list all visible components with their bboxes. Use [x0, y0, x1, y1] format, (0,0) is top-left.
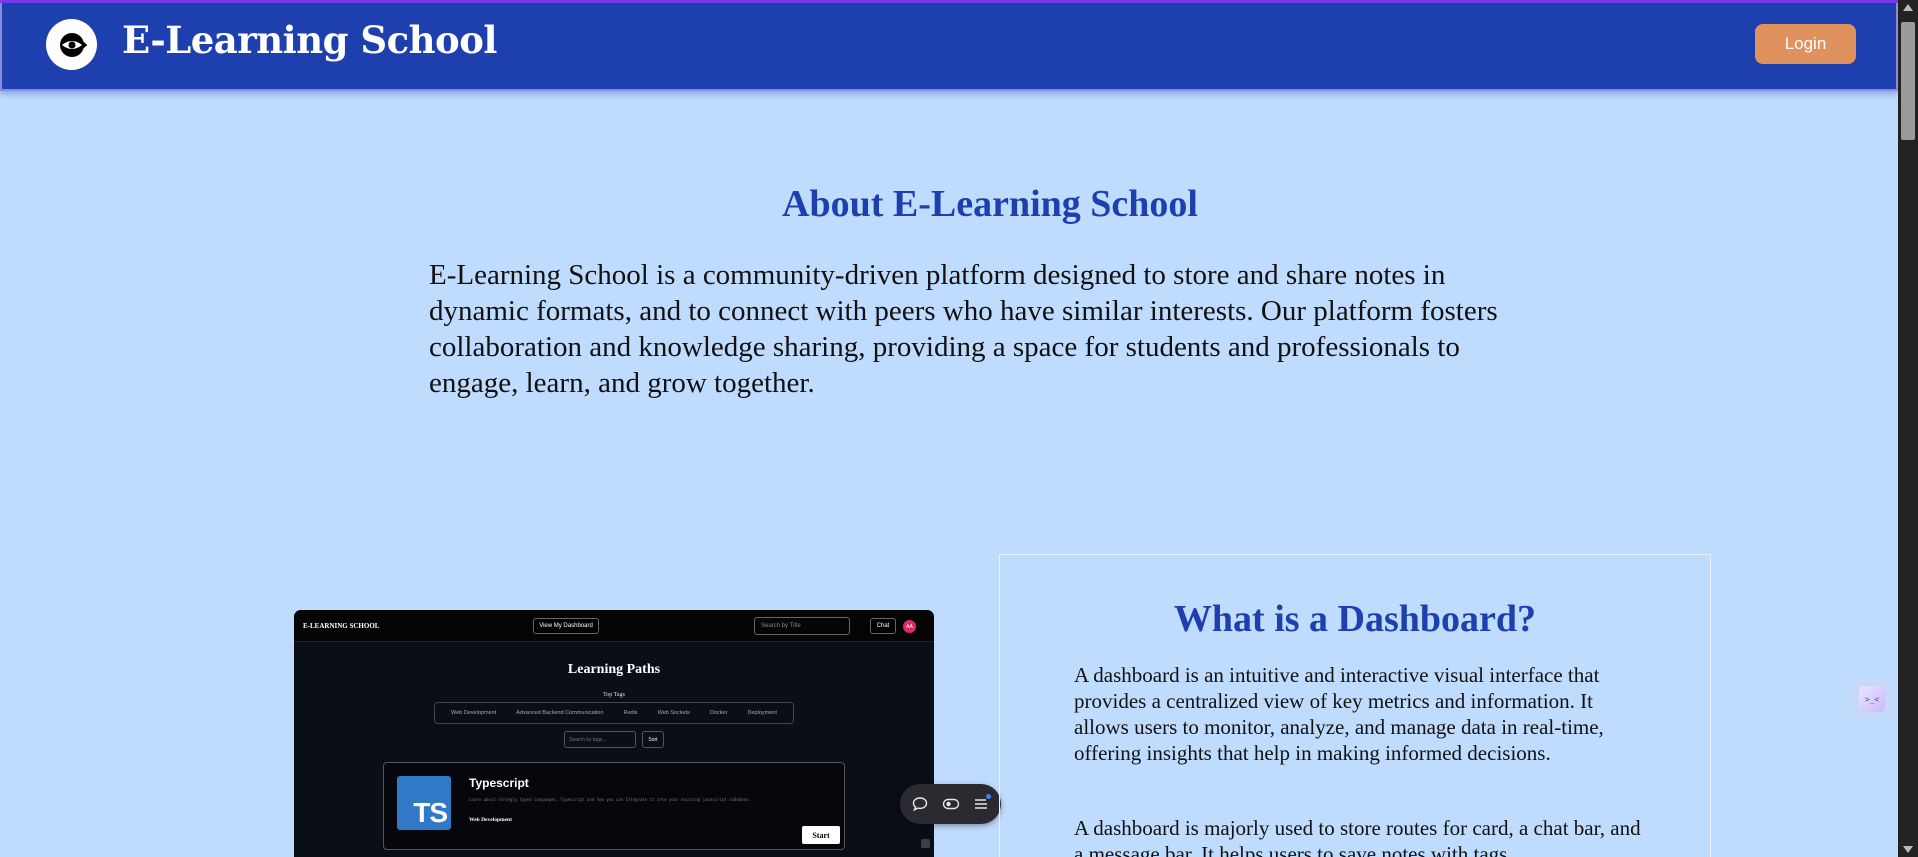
toggle-icon[interactable] [940, 793, 962, 815]
preview-title: Learning Paths [567, 662, 661, 677]
preview-chat-button: Chat [870, 618, 896, 634]
floating-toolbar [900, 784, 1001, 824]
preview-tag-search-input: Search by tags... [564, 731, 636, 748]
scroll-down-arrow-icon[interactable] [1903, 846, 1913, 853]
dashboard-title: What is a Dashboard? [1173, 598, 1537, 640]
preview-tag-bar: Web Development Advanced Backend Communi… [434, 702, 794, 724]
preview-tag: Web Development [451, 710, 497, 716]
side-helper-widget[interactable]: >_< [1852, 680, 1892, 718]
login-button[interactable]: Login [1755, 24, 1856, 64]
typescript-logo-text: TS [413, 797, 448, 828]
preview-tag: Docker [710, 710, 728, 716]
preview-tag: Web Sockets [657, 710, 690, 716]
preview-card-title: Typescript [469, 776, 529, 790]
preview-avatar: AA [903, 620, 916, 633]
navbar: E-Learning School Login [0, 3, 1898, 91]
scroll-thumb[interactable] [1901, 22, 1915, 140]
preview-mini-square-icon [921, 839, 930, 848]
preview-navbar: E-LEARNING SCHOOL View My Dashboard Sear… [294, 610, 934, 642]
preview-card-tag: Web Development [469, 817, 512, 823]
preview-search-input: Search by Title [754, 617, 850, 635]
dashboard-preview-image: E-LEARNING SCHOOL View My Dashboard Sear… [294, 610, 934, 857]
vertical-scrollbar[interactable] [1898, 0, 1918, 857]
preview-card-description: Learn about strongly typed languages, Ty… [469, 797, 751, 802]
scroll-up-arrow-icon[interactable] [1903, 4, 1913, 11]
menu-icon[interactable] [970, 793, 992, 815]
dashboard-info-box: What is a Dashboard? A dashboard is an i… [999, 554, 1711, 857]
chat-bubble-icon[interactable] [909, 793, 931, 815]
preview-sort-button: Sort [642, 731, 664, 748]
dashboard-paragraph-1: A dashboard is an intuitive and interact… [1074, 663, 1604, 765]
preview-tag: Redis [623, 710, 638, 716]
preview-tag: Deployment [747, 710, 777, 716]
preview-top-tags-label: Top Tags [603, 692, 625, 698]
about-title: About E-Learning School [782, 183, 1198, 225]
preview-view-dashboard-button: View My Dashboard [533, 618, 599, 634]
dashboard-paragraph-2: A dashboard is majorly used to store rou… [1074, 816, 1641, 857]
eye-logo-icon[interactable] [46, 19, 97, 70]
about-description: E-Learning School is a community-driven … [429, 259, 1498, 399]
preview-brand: E-LEARNING SCHOOL [303, 622, 380, 630]
brand-title: E-Learning School [122, 18, 497, 62]
notification-dot [986, 794, 992, 799]
preview-start-button: Start [802, 826, 840, 844]
preview-tag: Advanced Backend Communication [516, 710, 604, 716]
typescript-logo-icon: TS [397, 776, 451, 830]
helper-face-icon: >_< [1859, 686, 1885, 712]
preview-course-card: TS Typescript Learn about strongly typed… [383, 762, 845, 850]
